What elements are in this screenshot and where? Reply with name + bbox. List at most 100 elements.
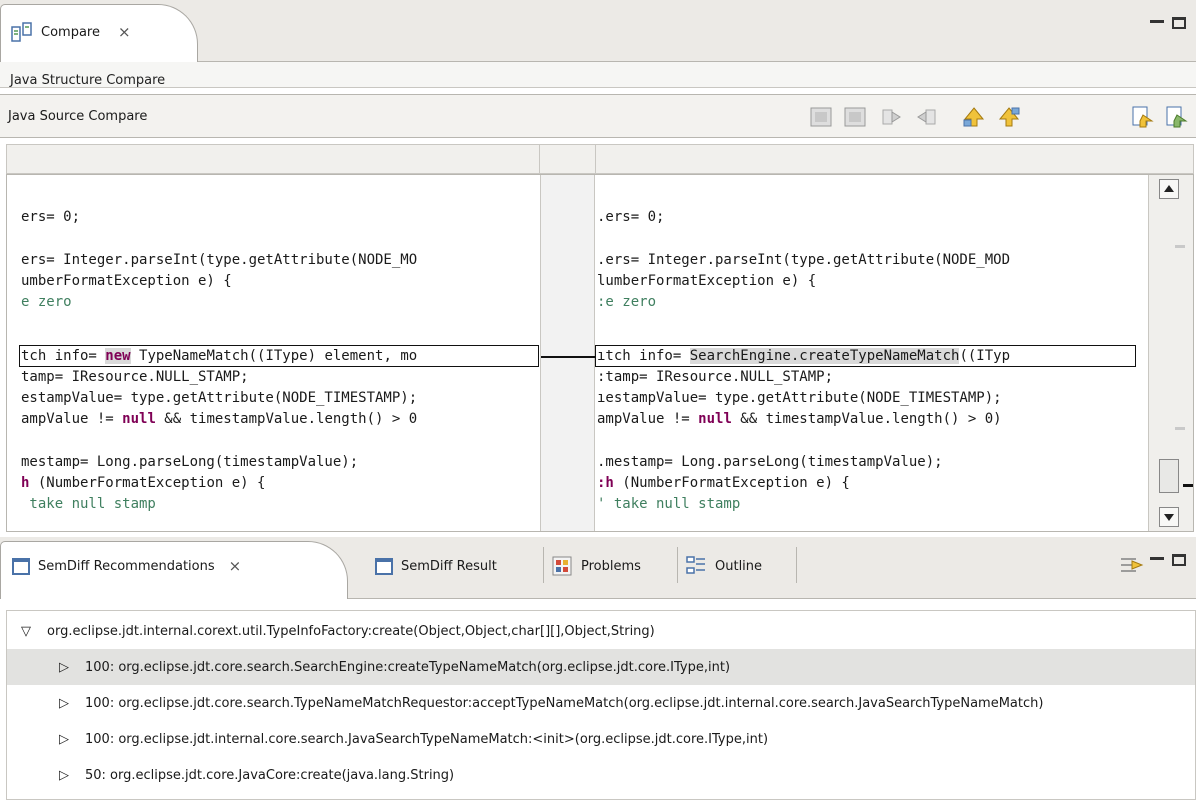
overview-marker[interactable]: [1175, 245, 1185, 248]
tab-label: Problems: [581, 558, 641, 574]
code-line: ıestampValue= type.getAttribute(NODE_TIM…: [597, 390, 1002, 406]
diff-connector-line: [541, 356, 596, 358]
tree-root-row[interactable]: ▽ org.eclipse.jdt.internal.corext.util.T…: [7, 613, 1195, 649]
copy-current-right-icon[interactable]: [880, 105, 904, 129]
code-line: mestamp= Long.parseLong(timestampValue);: [21, 454, 359, 470]
maximize-icon[interactable]: [1172, 554, 1186, 566]
structure-compare-pane: Java Structure Compare: [0, 62, 1196, 88]
code-line: ers= Integer.parseInt(type.getAttribute(…: [21, 252, 418, 268]
tree-item-label: 100: org.eclipse.jdt.internal.core.searc…: [85, 731, 769, 747]
copy-current-left-icon[interactable]: [914, 105, 938, 129]
code-line: ampValue != null && timestampValue.lengt…: [21, 409, 417, 429]
code-text: && timestampValue.length() > 0): [731, 411, 1002, 427]
code-comment: e zero: [21, 294, 72, 310]
vertical-scrollbar[interactable]: [1148, 175, 1193, 531]
recommendations-tree[interactable]: ▽ org.eclipse.jdt.internal.corext.util.T…: [6, 610, 1196, 800]
tree-row[interactable]: ▷ 50: org.eclipse.jdt.core.JavaCore:crea…: [7, 757, 1195, 793]
tab-separator: [677, 547, 678, 583]
code-line: h (NumberFormatException e) {: [21, 473, 265, 493]
keyword-catch: :h: [597, 475, 614, 491]
diff-connector-column: [540, 175, 596, 531]
bottom-tab-bar: SemDiff Recommendations ⨯ SemDiff Result…: [0, 537, 1196, 599]
code-line: ers= 0;: [21, 209, 81, 225]
close-icon[interactable]: ⨯: [229, 557, 242, 575]
code-line: umberFormatException e) {: [21, 273, 232, 289]
problems-icon: [552, 556, 572, 576]
keyword-null: null: [122, 411, 156, 427]
overview-marker-current[interactable]: [1183, 484, 1193, 487]
tab-compare[interactable]: Compare ⨯: [0, 4, 198, 62]
tree-root-label: org.eclipse.jdt.internal.corext.util.Typ…: [47, 623, 655, 639]
tab-compare-label: Compare: [41, 25, 100, 40]
collapsed-icon[interactable]: ▷: [55, 696, 73, 711]
collapsed-icon[interactable]: ▷: [55, 732, 73, 747]
next-change-icon[interactable]: [1130, 105, 1154, 129]
tree-item-label: 50: org.eclipse.jdt.core.JavaCore:create…: [85, 767, 455, 783]
scroll-thumb[interactable]: [1159, 459, 1179, 493]
compare-icon: [11, 22, 32, 42]
tree-item-label: 100: org.eclipse.jdt.core.search.TypeNam…: [85, 695, 1044, 711]
code-line: ampValue != null && timestampValue.lengt…: [597, 409, 1002, 429]
code-text: (NumberFormatException e) {: [613, 475, 850, 491]
tree-row[interactable]: ▷ 100: org.eclipse.jdt.internal.core.sea…: [7, 721, 1195, 757]
tab-separator: [543, 547, 544, 583]
scroll-up-icon[interactable]: [1159, 179, 1179, 199]
code-line: :h (NumberFormatException e) {: [597, 473, 850, 493]
previous-difference-icon[interactable]: [997, 105, 1021, 129]
expanded-icon[interactable]: ▽: [17, 624, 35, 639]
maximize-icon[interactable]: [1172, 17, 1186, 29]
minimize-icon[interactable]: [1150, 20, 1164, 24]
compare-header-row: [6, 144, 1194, 174]
keyword-null: null: [698, 411, 732, 427]
tree-row[interactable]: ▷ 100: org.eclipse.jdt.core.search.Searc…: [7, 649, 1195, 685]
copy-all-left-icon[interactable]: [843, 105, 867, 129]
left-source-pane[interactable]: ers= 0; ers= Integer.parseInt(type.getAt…: [7, 175, 540, 531]
code-line: :tamp= IResource.NULL_STAMP;: [597, 369, 834, 385]
minimize-icon[interactable]: [1150, 557, 1164, 561]
tree-row[interactable]: ▷ 100: org.eclipse.jdt.core.search.TypeN…: [7, 685, 1195, 721]
code-line: .mestamp= Long.parseLong(timestampValue)…: [597, 454, 943, 470]
tab-label: SemDiff Recommendations: [38, 558, 215, 574]
tree-item-label: 100: org.eclipse.jdt.core.search.SearchE…: [85, 659, 731, 675]
next-difference-icon[interactable]: [962, 105, 986, 129]
outline-icon: [686, 556, 705, 574]
code-line: tamp= IResource.NULL_STAMP;: [21, 369, 249, 385]
code-text: ampValue !=: [597, 411, 699, 427]
collapsed-icon[interactable]: ▷: [55, 768, 73, 783]
diff-highlight-box-right: [595, 345, 1136, 367]
view-icon: [12, 557, 30, 575]
divider: [539, 145, 540, 173]
tab-semdiff-result[interactable]: SemDiff Result: [375, 551, 497, 581]
view-icon: [375, 557, 393, 575]
source-compare-header: Java Source Compare: [0, 94, 1196, 138]
source-compare-area: ers= 0; ers= Integer.parseInt(type.getAt…: [6, 174, 1194, 532]
code-text: && timestampValue.length() > 0: [155, 411, 418, 427]
code-line: estampValue= type.getAttribute(NODE_TIME…: [21, 390, 418, 406]
overview-marker[interactable]: [1175, 427, 1185, 430]
previous-change-icon[interactable]: [1164, 105, 1188, 129]
scroll-down-icon[interactable]: [1159, 507, 1179, 527]
source-compare-title: Java Source Compare: [8, 109, 148, 124]
compare-tab-bar: Compare ⨯: [0, 0, 1196, 62]
code-line: .ers= 0;: [597, 209, 665, 225]
right-source-pane[interactable]: .ers= 0; .ers= Integer.parseInt(type.get…: [595, 175, 1137, 531]
diff-highlight-box-left: [19, 345, 539, 367]
tab-outline[interactable]: Outline: [685, 551, 762, 581]
code-line: lumberFormatException e) {: [597, 273, 817, 289]
divider: [595, 145, 596, 173]
tab-problems[interactable]: Problems: [551, 551, 641, 581]
copy-all-right-icon[interactable]: [809, 105, 833, 129]
structure-compare-title: Java Structure Compare: [10, 73, 166, 88]
compare-view: Compare ⨯ Java Structure Compare Java So…: [0, 0, 1196, 537]
semdiff-view: SemDiff Recommendations ⨯ SemDiff Result…: [0, 537, 1196, 809]
code-text: (NumberFormatException e) {: [29, 475, 266, 491]
code-text: ampValue !=: [21, 411, 123, 427]
tab-label: Outline: [715, 558, 763, 574]
close-icon[interactable]: ⨯: [118, 23, 131, 41]
tab-semdiff-recommendations[interactable]: SemDiff Recommendations ⨯: [12, 551, 241, 581]
collapsed-icon[interactable]: ▷: [55, 660, 73, 675]
view-menu-icon[interactable]: [1118, 552, 1144, 578]
code-line: .ers= Integer.parseInt(type.getAttribute…: [597, 252, 1011, 268]
code-comment: ' take null stamp: [597, 496, 741, 512]
tab-separator: [796, 547, 797, 583]
